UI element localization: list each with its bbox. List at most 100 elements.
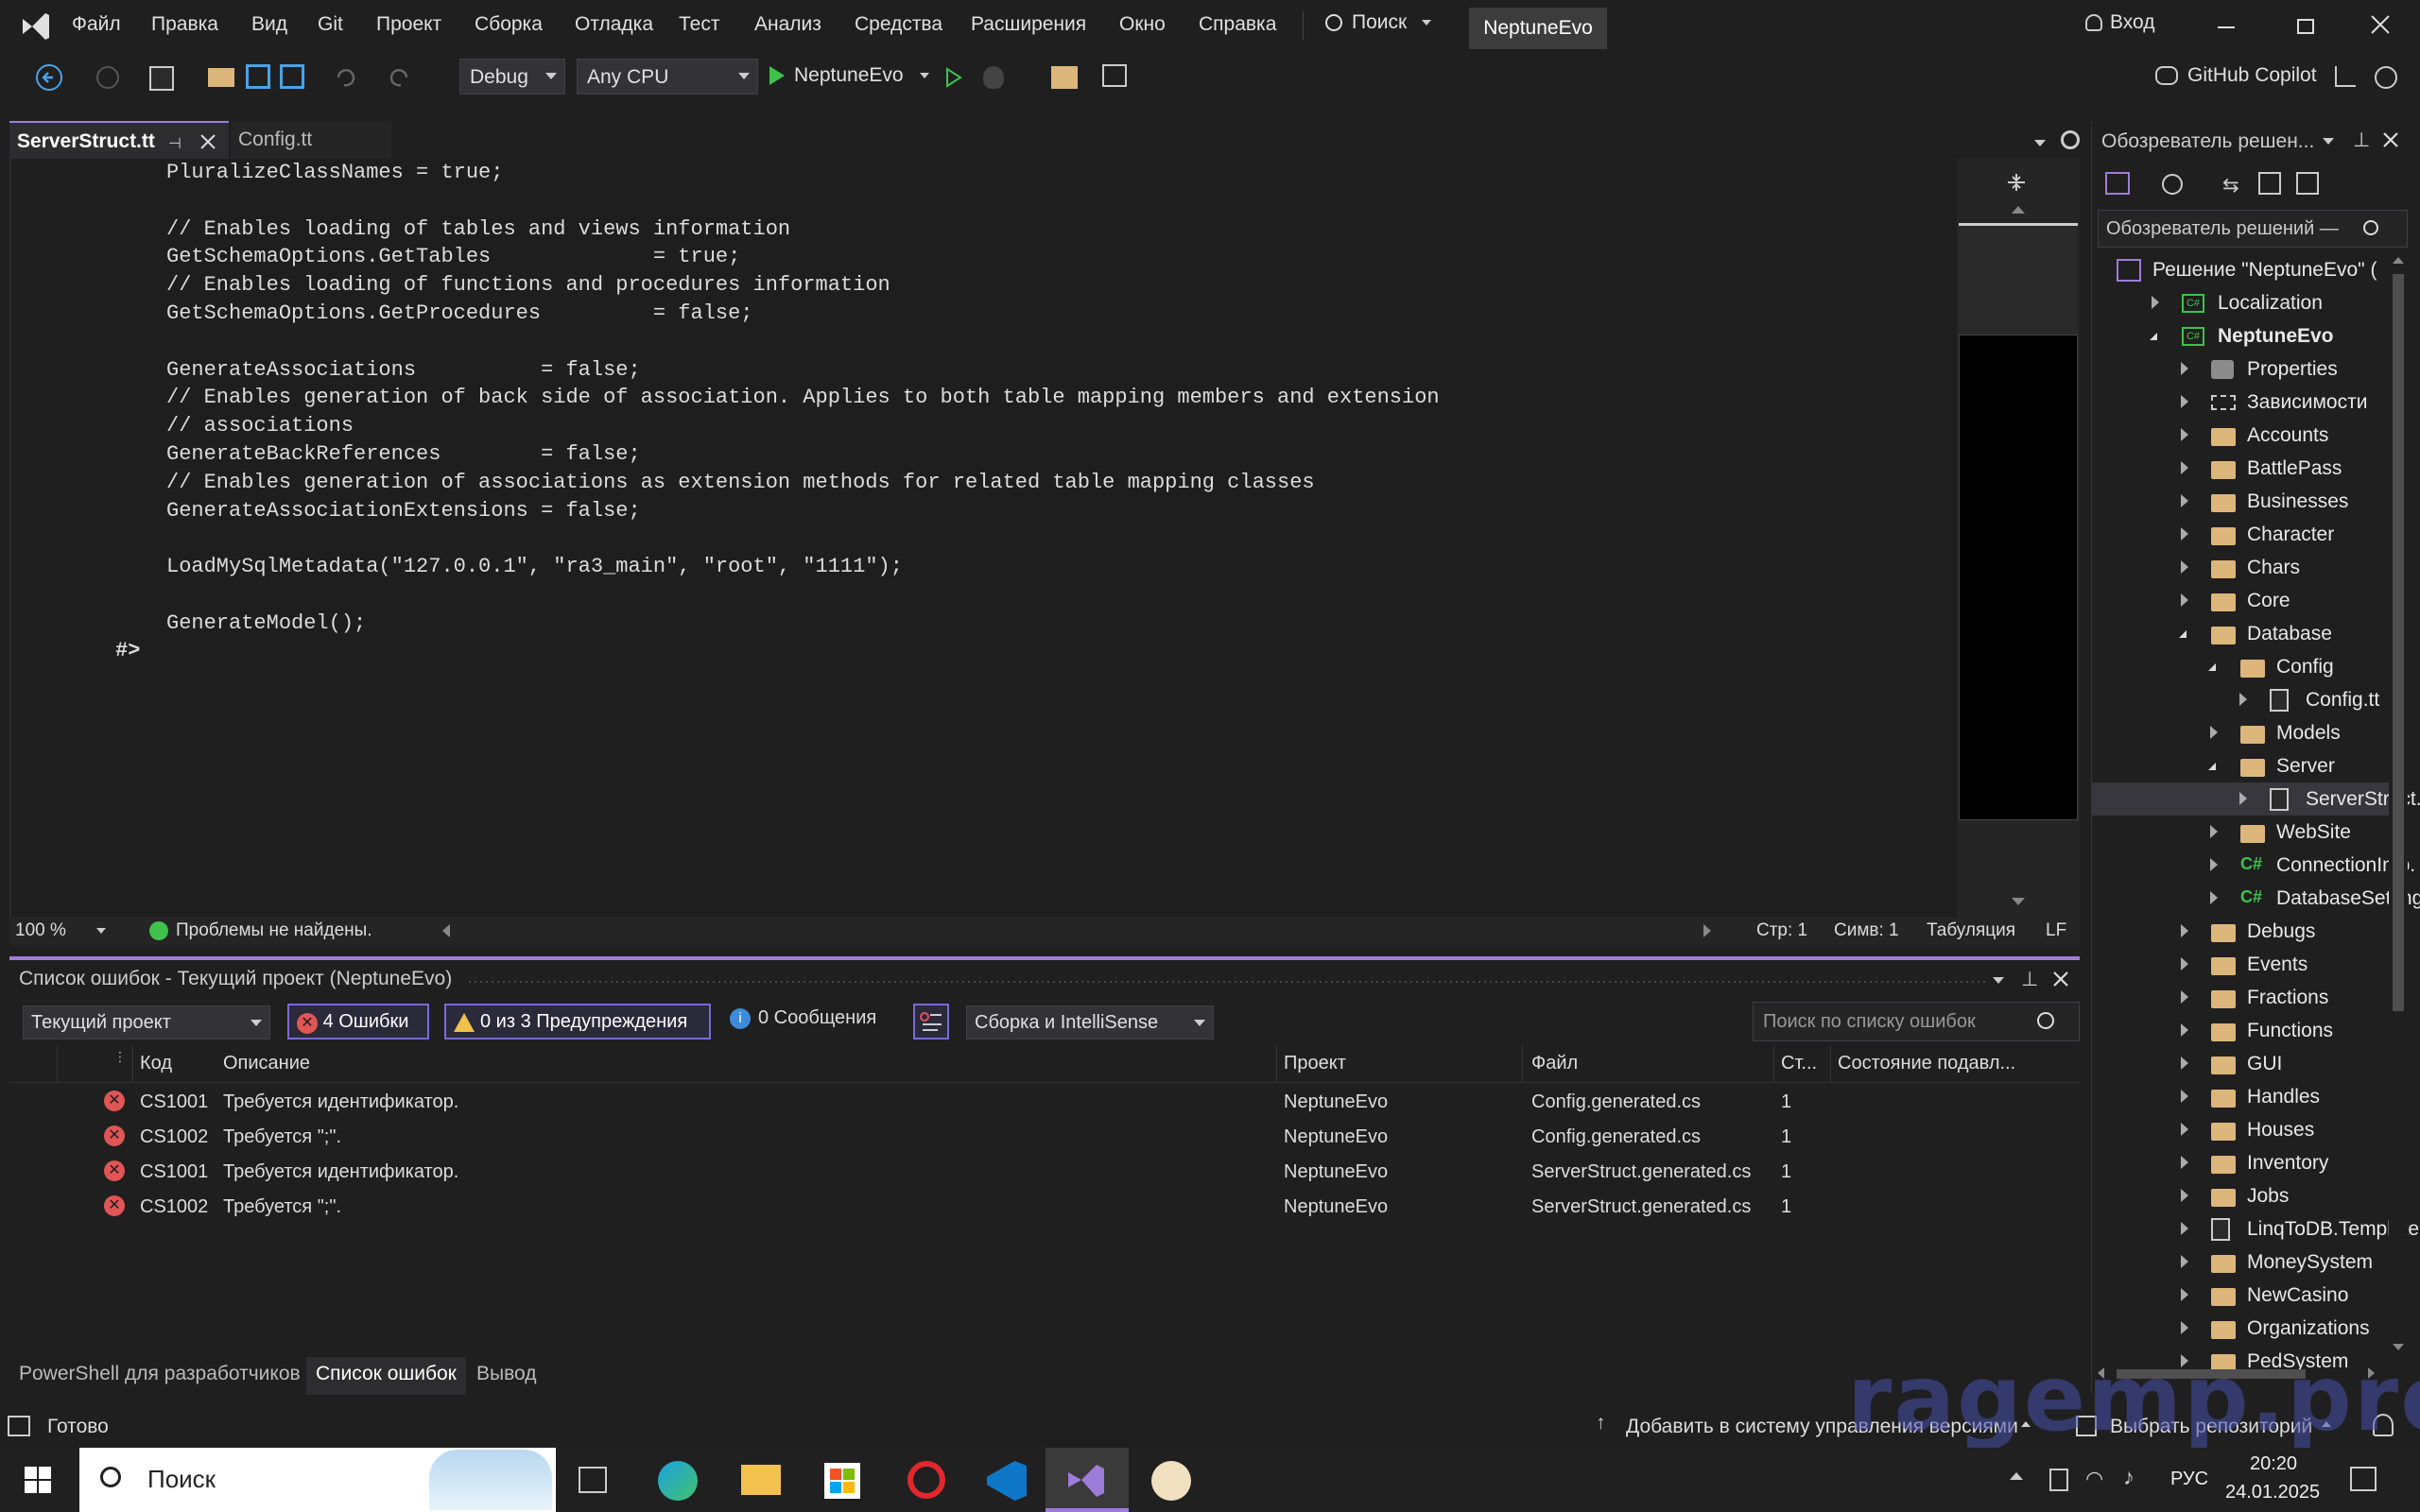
collapsed-arrow-icon[interactable] <box>2239 693 2247 706</box>
warnings-filter-button[interactable]: 0 из 3 Предупреждения <box>444 1004 711 1040</box>
column-project[interactable]: Проект <box>1284 1053 1346 1074</box>
menu-item-10[interactable]: Расширения <box>971 13 1086 36</box>
edge-browser-icon[interactable] <box>658 1461 698 1501</box>
close-tab-icon[interactable] <box>199 132 217 151</box>
tree-item-organizations[interactable]: Organizations <box>2092 1312 2389 1345</box>
visual-studio-taskbar-icon[interactable] <box>1046 1448 1129 1512</box>
tree-item-localization[interactable]: C# Localization <box>2092 286 2389 319</box>
collapsed-arrow-icon[interactable] <box>2181 395 2188 408</box>
platform-select[interactable]: Any CPU <box>577 59 758 94</box>
notification-center-icon[interactable] <box>2350 1467 2377 1491</box>
tree-item-connectioninfo-[interactable]: C# ConnectionInfo. <box>2092 849 2415 882</box>
tree-item-linqtodb-template[interactable]: LinqToDB.Template <box>2092 1212 2419 1246</box>
tree-item-moneysystem[interactable]: MoneySystem <box>2092 1246 2389 1279</box>
collapsed-arrow-icon[interactable] <box>2181 428 2188 441</box>
indent-indicator[interactable]: Табуляция <box>1927 920 2015 941</box>
filter-toggle-icon[interactable] <box>913 1004 949 1040</box>
restore-button[interactable] <box>2297 19 2314 34</box>
display-icon[interactable] <box>2049 1469 2068 1491</box>
menu-item-4[interactable]: Проект <box>376 13 441 36</box>
chevron-down-icon[interactable] <box>1993 977 2004 984</box>
tab-powershell[interactable]: PowerShell для разработчиков <box>19 1363 301 1385</box>
start-without-debugging-icon[interactable] <box>945 67 962 88</box>
collapsed-arrow-icon[interactable] <box>2181 560 2188 574</box>
tree-item-properties[interactable]: Properties <box>2092 352 2389 386</box>
start-debugging-button[interactable]: NeptuneEvo <box>769 64 930 93</box>
pin-icon[interactable]: ⊥ <box>2353 129 2370 152</box>
new-project-icon[interactable] <box>149 66 174 91</box>
menu-item-1[interactable]: Правка <box>151 13 218 36</box>
problems-status[interactable]: Проблемы не найдены. <box>176 920 372 941</box>
save-icon[interactable] <box>246 64 270 89</box>
close-panel-icon[interactable] <box>2381 130 2400 149</box>
layout-icon[interactable] <box>1102 64 1127 87</box>
expanded-arrow-icon[interactable] <box>2208 763 2216 770</box>
tree-item-serverstruct-[interactable]: ServerStruct. <box>2092 782 2420 816</box>
scope-select[interactable]: Текущий проект <box>23 1005 270 1040</box>
collapsed-arrow-icon[interactable] <box>2181 1222 2188 1235</box>
minimize-button[interactable] <box>2218 26 2235 28</box>
pin-icon[interactable]: ⊥ <box>2021 968 2038 991</box>
column-indicator[interactable]: Симв: 1 <box>1834 920 1899 941</box>
collapsed-arrow-icon[interactable] <box>2210 825 2218 838</box>
back-navigation-icon[interactable] <box>36 64 62 91</box>
solution-search-input[interactable]: Обозреватель решений — <box>2098 210 2408 248</box>
browse-folder-icon[interactable] <box>1051 66 1078 89</box>
paint-icon[interactable] <box>1151 1461 1191 1501</box>
menu-item-2[interactable]: Вид <box>251 13 287 36</box>
configuration-select[interactable]: Debug <box>459 59 565 94</box>
collapsed-arrow-icon[interactable] <box>2210 726 2218 739</box>
expanded-arrow-icon[interactable] <box>2150 333 2157 340</box>
collapsed-arrow-icon[interactable] <box>2152 296 2159 309</box>
chevron-down-icon[interactable] <box>2323 138 2334 145</box>
tree-item-events[interactable]: Events <box>2092 948 2389 981</box>
error-search-input[interactable]: Поиск по списку ошибок <box>1753 1002 2080 1041</box>
show-all-files-icon[interactable] <box>2296 172 2319 195</box>
menu-item-12[interactable]: Справка <box>1199 13 1276 36</box>
collapsed-arrow-icon[interactable] <box>2181 461 2188 474</box>
undo-icon[interactable] <box>333 66 355 89</box>
signin-button[interactable]: Вход <box>2085 11 2155 34</box>
collapsed-arrow-icon[interactable] <box>2181 1090 2188 1103</box>
scroll-left-icon[interactable] <box>442 924 450 937</box>
collapsed-arrow-icon[interactable] <box>2210 891 2218 904</box>
tab-error-list[interactable]: Список ошибок <box>306 1357 466 1395</box>
vscode-icon[interactable] <box>987 1461 1027 1501</box>
file-explorer-icon[interactable] <box>741 1465 781 1495</box>
taskbar-search-box[interactable]: Поиск <box>79 1448 556 1512</box>
column-line[interactable]: Ст... <box>1781 1053 1817 1074</box>
tree-item-functions[interactable]: Functions <box>2092 1014 2389 1047</box>
messages-filter-button[interactable]: i 0 Сообщения <box>730 1007 876 1029</box>
menu-item-7[interactable]: Тест <box>679 13 719 36</box>
collapsed-arrow-icon[interactable] <box>2181 1255 2188 1268</box>
microsoft-store-icon[interactable] <box>824 1463 860 1499</box>
line-indicator[interactable]: Стр: 1 <box>1756 920 1807 941</box>
scroll-down-arrow-icon[interactable] <box>2012 898 2025 905</box>
clock-time[interactable]: 20:20 <box>2250 1453 2297 1475</box>
tree-item-character[interactable]: Character <box>2092 518 2389 551</box>
expanded-arrow-icon[interactable] <box>2208 663 2216 671</box>
tree-item-config-tt[interactable]: Config.tt <box>2092 683 2389 716</box>
collapsed-arrow-icon[interactable] <box>2181 1156 2188 1169</box>
menu-item-8[interactable]: Анализ <box>754 13 821 36</box>
build-source-select[interactable]: Сборка и IntelliSense <box>966 1005 1214 1040</box>
tree-item-config[interactable]: Config <box>2092 650 2389 683</box>
eol-indicator[interactable]: LF <box>2046 920 2066 941</box>
scroll-thumb[interactable] <box>2393 274 2404 1011</box>
search-box[interactable]: Поиск <box>1325 11 1432 42</box>
tree-item-houses[interactable]: Houses <box>2092 1113 2389 1146</box>
column-options-icon[interactable]: ⋮ <box>113 1049 127 1065</box>
switch-view-icon[interactable] <box>2105 172 2130 195</box>
collapsed-arrow-icon[interactable] <box>2181 527 2188 541</box>
hot-reload-icon[interactable] <box>983 66 1004 89</box>
tree-item-battlepass[interactable]: BattlePass <box>2092 452 2389 485</box>
forward-navigation-icon[interactable] <box>96 66 119 89</box>
scroll-up-arrow-icon[interactable] <box>2012 206 2025 214</box>
column-suppression[interactable]: Состояние подавл... <box>1838 1053 2015 1074</box>
menu-item-9[interactable]: Средства <box>855 13 942 36</box>
collapsed-arrow-icon[interactable] <box>2239 792 2247 805</box>
clock-date[interactable]: 24.01.2025 <box>2225 1482 2320 1503</box>
collapsed-arrow-icon[interactable] <box>2181 1057 2188 1070</box>
menu-item-5[interactable]: Сборка <box>475 13 543 36</box>
tree-item-jobs[interactable]: Jobs <box>2092 1179 2389 1212</box>
